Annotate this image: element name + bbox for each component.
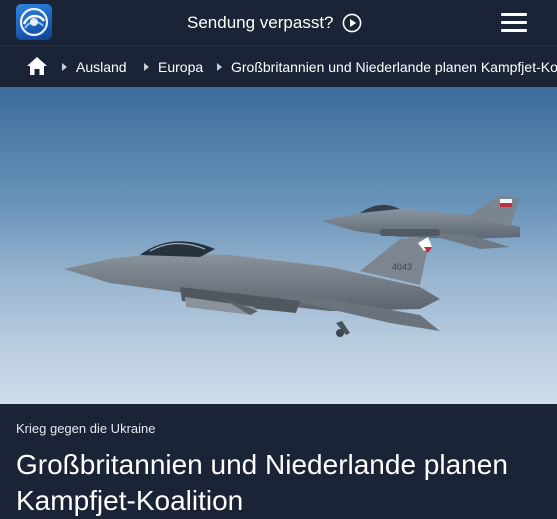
breadcrumb-label: Europa bbox=[158, 59, 204, 75]
chevron-right-icon bbox=[144, 63, 149, 71]
sendung-verpasst-label: Sendung verpasst? bbox=[187, 13, 334, 32]
breadcrumb-item-current-article[interactable]: Großbritannien und Niederlande planen Ka… bbox=[217, 59, 557, 75]
tagesschau-logo-icon[interactable] bbox=[16, 4, 52, 40]
hero-image: 4043 bbox=[0, 87, 557, 404]
sendung-verpasst-link[interactable]: Sendung verpasst? bbox=[187, 11, 362, 35]
svg-text:4043: 4043 bbox=[392, 262, 412, 272]
breadcrumb-item-europa[interactable]: Europa bbox=[144, 59, 203, 75]
article-topline: Krieg gegen die Ukraine bbox=[16, 421, 156, 436]
breadcrumb-label: Großbritannien und Niederlande planen Ka… bbox=[231, 59, 557, 75]
hamburger-menu-icon[interactable] bbox=[501, 13, 527, 33]
chevron-right-icon bbox=[62, 63, 67, 71]
article-headline: Großbritannien und Niederlande planen Ka… bbox=[16, 449, 508, 516]
breadcrumb-label: Ausland bbox=[76, 59, 127, 75]
breadcrumb: Ausland Europa Großbritannien und Nieder… bbox=[0, 45, 557, 87]
chevron-right-icon bbox=[217, 63, 222, 71]
fighter-jets-illustration: 4043 bbox=[0, 195, 557, 404]
top-navigation-bar: Sendung verpasst? bbox=[0, 0, 557, 45]
breadcrumb-item-ausland[interactable]: Ausland bbox=[62, 59, 127, 75]
home-icon[interactable] bbox=[26, 56, 48, 76]
article-header: Krieg gegen die Ukraine Großbritannien u… bbox=[0, 404, 557, 519]
play-circle-icon bbox=[342, 13, 361, 33]
